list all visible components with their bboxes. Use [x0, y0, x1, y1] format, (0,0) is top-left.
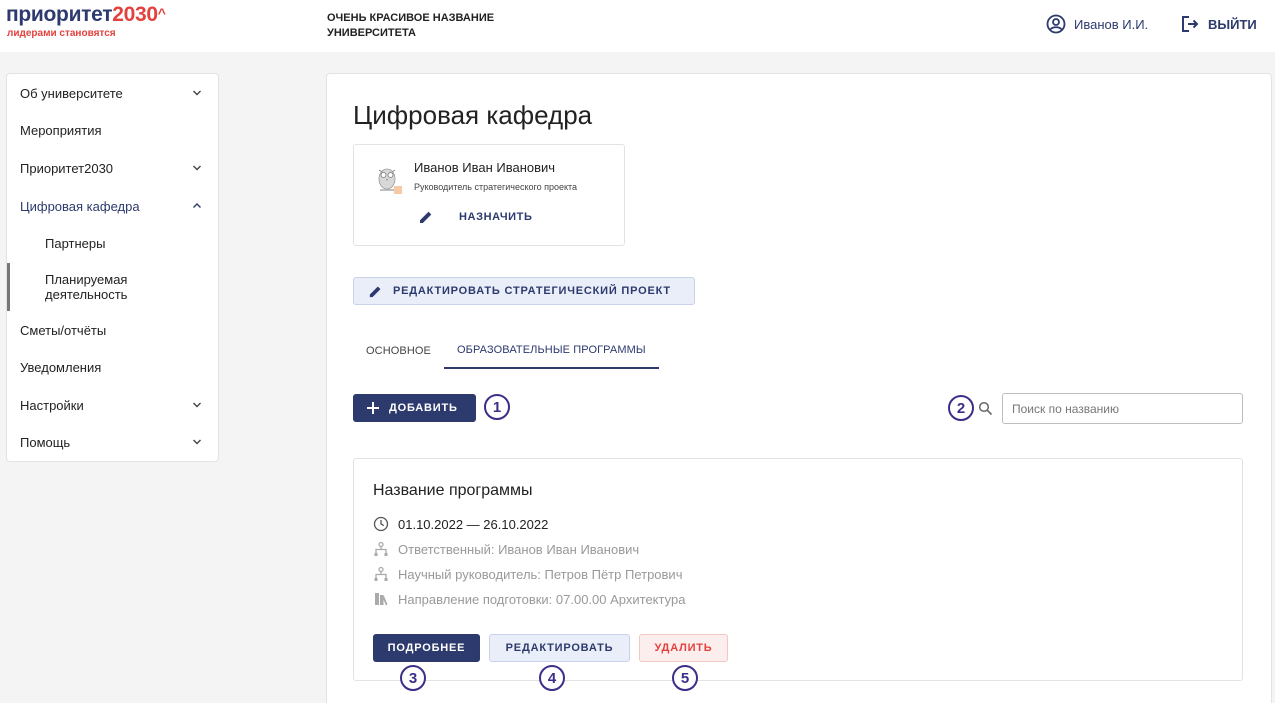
tab-educational-programs[interactable]: ОБРАЗОВАТЕЛЬНЫЕ ПРОГРАММЫ: [443, 332, 659, 369]
org-structure-icon: [374, 566, 388, 581]
university-title-line2: УНИВЕРСИТЕТА: [327, 27, 416, 39]
main-content: Цифровая кафедра Иванов Иван Иванович Ру…: [326, 73, 1272, 703]
org-structure-icon: [374, 541, 388, 556]
assign-button[interactable]: НАЗНАЧИТЬ: [418, 209, 533, 225]
program-supervisor-row: Научный руководитель: Петров Пётр Петров…: [373, 566, 682, 582]
pencil-icon: [369, 286, 381, 297]
annotation-marker: 1: [484, 394, 510, 420]
sidebar-subitem-label: Партнеры: [45, 236, 106, 251]
delete-button[interactable]: УДАЛИТЬ: [639, 634, 728, 662]
avatar: [370, 162, 404, 196]
chevron-down-icon: [193, 90, 201, 96]
tab-bar: ОСНОВНОЕ ОБРАЗОВАТЕЛЬНЫЕ ПРОГРАММЫ: [353, 332, 659, 369]
user-name: Иванов И.И.: [1074, 16, 1149, 32]
sidebar-item-priority2030[interactable]: Приоритет2030: [7, 150, 218, 187]
project-lead-card: Иванов Иван Иванович Руководитель страте…: [353, 144, 625, 246]
edit-strategic-project-button[interactable]: РЕДАКТИРОВАТЬ СТРАТЕГИЧЕСКИЙ ПРОЕКТ: [353, 277, 695, 305]
sidebar-item-settings[interactable]: Настройки: [7, 387, 218, 424]
sidebar-item-label: Сметы/отчёты: [20, 323, 107, 338]
university-title-line1: ОЧЕНЬ КРАСИВОЕ НАЗВАНИЕ: [327, 12, 495, 24]
sidebar-item-digital-department[interactable]: Цифровая кафедра: [7, 188, 218, 225]
university-title: ОЧЕНЬ КРАСИВОЕ НАЗВАНИЕ УНИВЕРСИТЕТА: [327, 11, 494, 41]
chevron-down-icon: [193, 165, 201, 171]
sidebar-subitem-planned-activity[interactable]: Планируемая деятельность: [7, 263, 218, 311]
sidebar-item-label: Уведомления: [20, 360, 102, 375]
edit-strategic-project-label: РЕДАКТИРОВАТЬ СТРАТЕГИЧЕСКИЙ ПРОЕКТ: [393, 285, 671, 297]
sidebar-item-events[interactable]: Мероприятия: [7, 112, 218, 149]
program-direction-row: Направление подготовки: 07.00.00 Архитек…: [373, 591, 685, 607]
project-lead-name: Иванов Иван Иванович: [414, 160, 556, 175]
program-responsible: Ответственный: Иванов Иван Иванович: [398, 541, 640, 557]
logo[interactable]: приоритет2030^: [6, 4, 166, 26]
project-lead-role: Руководитель стратегического проекта: [414, 182, 578, 192]
program-direction: Направление подготовки: 07.00.00 Архитек…: [398, 591, 686, 607]
program-card: Название программы 01.10.2022 — 26.10.20…: [353, 458, 1243, 681]
add-button[interactable]: ДОБАВИТЬ: [353, 394, 476, 422]
clock-icon: [373, 516, 389, 532]
sidebar-item-label: Об университете: [20, 86, 123, 101]
chevron-down-icon: [193, 439, 201, 445]
tab-main[interactable]: ОСНОВНОЕ: [353, 332, 444, 369]
sidebar-item-about[interactable]: Об университете: [7, 75, 218, 112]
sidebar-subitem-label: Планируемая деятельность: [45, 272, 128, 302]
logout-label: ВЫЙТИ: [1208, 16, 1257, 32]
sidebar-item-notifications[interactable]: Уведомления: [7, 349, 218, 386]
annotation-marker: 3: [400, 665, 426, 691]
sidebar-item-label: Мероприятия: [20, 123, 102, 138]
program-dates: 01.10.2022 — 26.10.2022: [398, 516, 549, 532]
program-supervisor: Научный руководитель: Петров Пётр Петров…: [398, 566, 683, 582]
sidebar-item-label: Приоритет2030: [20, 161, 114, 176]
sidebar-item-help[interactable]: Помощь: [7, 424, 218, 461]
user-circle-icon: [1046, 14, 1066, 34]
user-menu[interactable]: Иванов И.И.: [1046, 14, 1148, 34]
page-title: Цифровая кафедра: [353, 100, 593, 130]
details-button[interactable]: ПОДРОБНЕЕ: [373, 634, 480, 662]
program-dates-row: 01.10.2022 — 26.10.2022: [373, 516, 548, 532]
sidebar-item-label: Цифровая кафедра: [20, 199, 140, 214]
program-responsible-row: Ответственный: Иванов Иван Иванович: [373, 541, 639, 557]
edit-button[interactable]: РЕДАКТИРОВАТЬ: [489, 634, 630, 662]
chevron-down-icon: [193, 402, 201, 408]
sidebar: Об университете Мероприятия Приоритет203…: [6, 73, 219, 462]
pencil-icon: [420, 211, 432, 223]
search-input[interactable]: [1002, 393, 1243, 424]
sidebar-subitem-partners[interactable]: Партнеры: [7, 225, 218, 262]
logo-caret: ^: [157, 5, 166, 21]
annotation-marker: 2: [948, 395, 974, 421]
plus-icon: [367, 402, 379, 414]
sidebar-item-label: Помощь: [20, 435, 71, 450]
app-header: приоритет2030^ лидерами становятся ОЧЕНЬ…: [0, 0, 1275, 52]
program-title: Название программы: [373, 482, 533, 499]
chevron-up-icon: [193, 203, 201, 208]
logout-icon: [1182, 16, 1199, 32]
logout-button[interactable]: ВЫЙТИ: [1180, 14, 1257, 34]
annotation-marker: 5: [672, 665, 698, 691]
sidebar-item-estimates[interactable]: Сметы/отчёты: [7, 312, 218, 349]
annotation-marker: 4: [539, 665, 565, 691]
assign-label: НАЗНАЧИТЬ: [459, 211, 533, 223]
logo-number: 2030: [112, 3, 158, 26]
search-icon: [978, 401, 993, 416]
logo-text: приоритет: [6, 3, 113, 26]
add-label: ДОБАВИТЬ: [389, 402, 458, 414]
sidebar-item-label: Настройки: [20, 398, 84, 413]
logo-tagline: лидерами становятся: [7, 28, 116, 39]
books-icon: [375, 593, 388, 606]
